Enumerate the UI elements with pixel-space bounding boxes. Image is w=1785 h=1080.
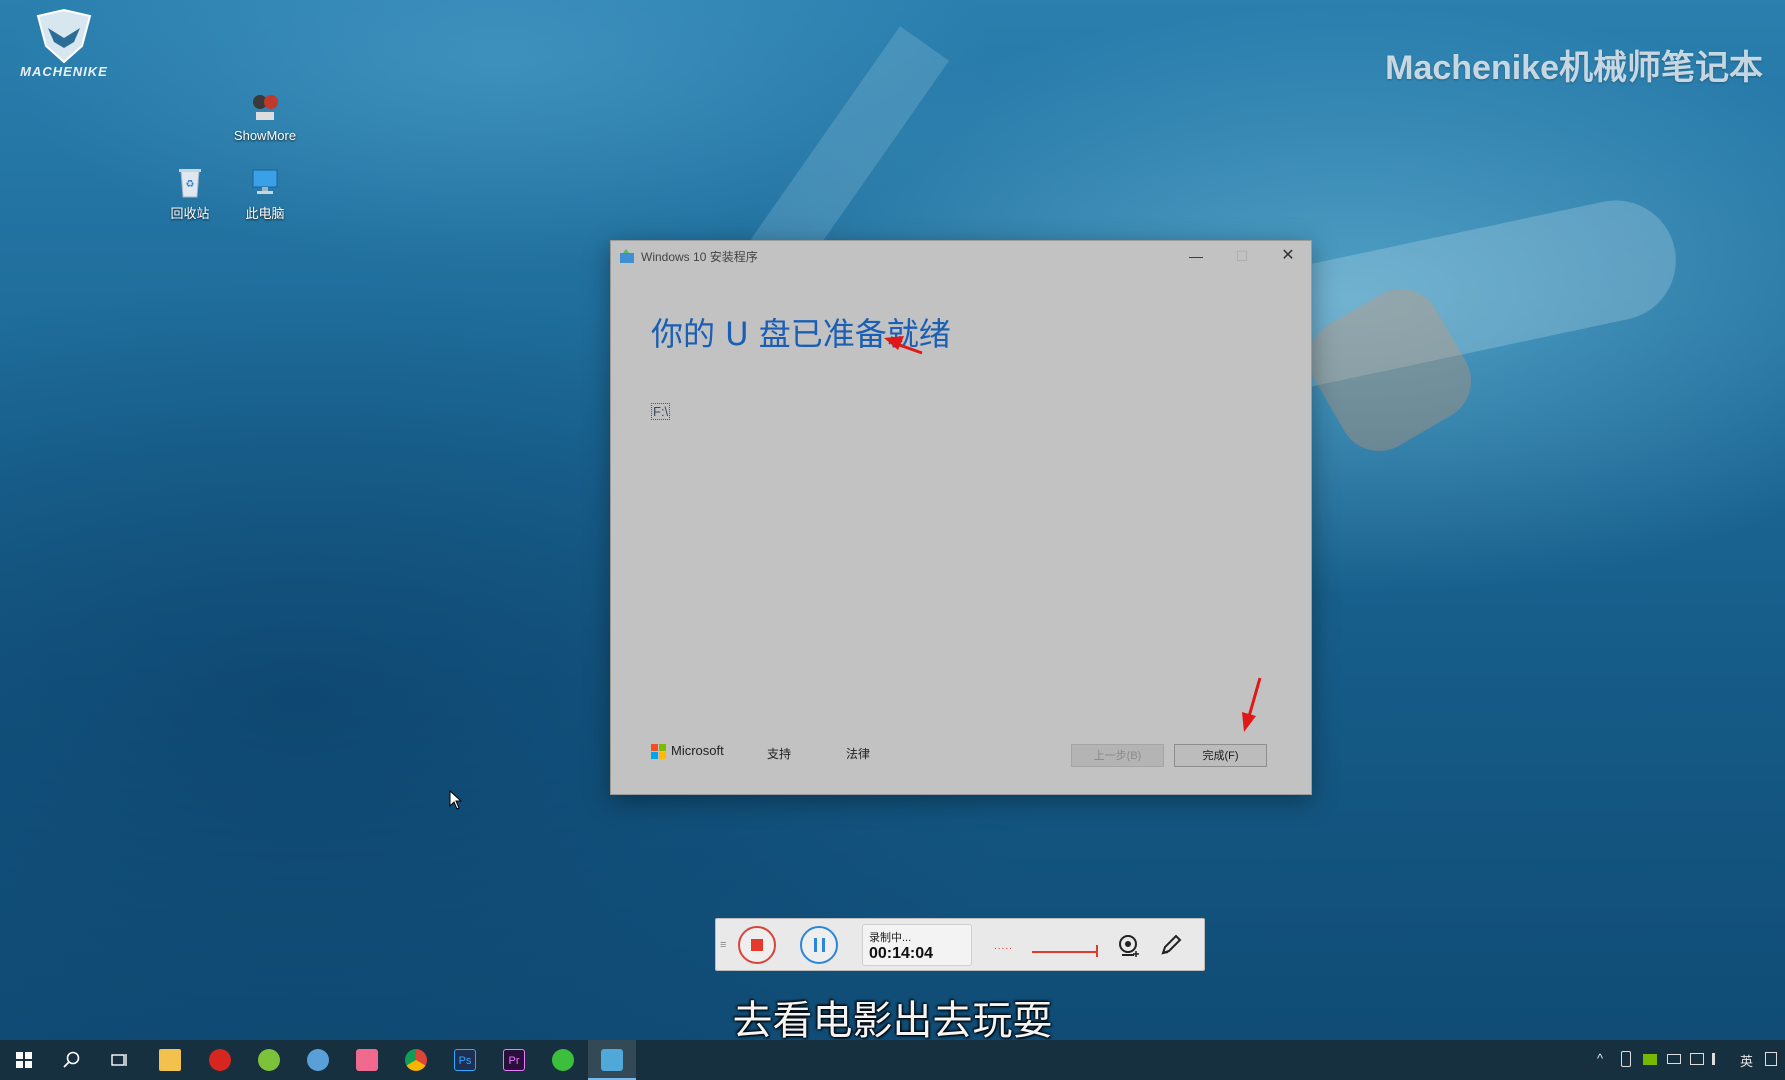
desktop-icon-showmore[interactable]: ShowMore (225, 90, 305, 143)
taskbar-file-explorer[interactable] (146, 1040, 194, 1080)
taskbar-info-app[interactable] (294, 1040, 342, 1080)
brand-logo-text: MACHENIKE (20, 64, 108, 79)
watermark: Machenike机械师笔记本 (1385, 49, 1763, 87)
desktop-icon-this-pc[interactable]: 此电脑 (225, 165, 305, 222)
stop-icon (751, 939, 763, 951)
info-app-icon (307, 1049, 329, 1071)
setup-window: Windows 10 安装程序 — ☐ ✕ 你的 U 盘已准备就绪 F:\ Mi… (610, 240, 1312, 795)
showmore-icon (248, 90, 282, 124)
stop-recording-button[interactable] (738, 926, 776, 964)
pause-icon (814, 938, 817, 952)
video-subtitle: 去看电影出去玩耍 (732, 998, 1053, 1044)
search-button[interactable] (48, 1040, 96, 1080)
annotation-arrow-finish (1242, 677, 1262, 732)
windows-start-icon (16, 1052, 32, 1068)
microsoft-logo-icon (651, 744, 667, 760)
recording-timer: 00:14:04 (869, 945, 934, 962)
photoshop-icon: Ps (454, 1049, 476, 1071)
close-button[interactable]: ✕ (1265, 241, 1311, 271)
taskbar-wechat[interactable] (539, 1040, 587, 1080)
desktop-icon-label: 此电脑 (245, 206, 285, 221)
taskbar-photoshop[interactable]: Ps (441, 1040, 489, 1080)
desktop-icon-recycle-bin[interactable]: ♻ 回收站 (150, 165, 230, 222)
maximize-button[interactable]: ☐ (1219, 241, 1265, 271)
taskbar-media-creation-tool[interactable] (588, 1040, 636, 1080)
legal-link[interactable]: 法律 (846, 745, 870, 762)
taskbar-bilibili[interactable] (343, 1040, 391, 1080)
webcam-icon[interactable] (1116, 933, 1142, 959)
pause-icon (822, 938, 825, 952)
back-button[interactable]: 上一步(B) (1071, 744, 1164, 767)
input-language-indicator[interactable]: 英 (1740, 1051, 1753, 1070)
premiere-icon: Pr (503, 1049, 525, 1071)
bilibili-icon (356, 1049, 378, 1071)
netease-music-icon (209, 1049, 231, 1071)
pause-recording-button[interactable] (800, 926, 838, 964)
tray-overflow-chevron-icon[interactable]: ^ (1597, 1051, 1603, 1066)
battery-icon[interactable] (1667, 1054, 1681, 1064)
ime-mode-icon[interactable] (1765, 1052, 1777, 1066)
desktop-icon-label: ShowMore (233, 128, 297, 143)
chrome-icon (405, 1049, 427, 1071)
annotation-arrow-heading (884, 336, 923, 355)
drag-handle-icon[interactable]: ≡ (720, 939, 726, 951)
finish-button[interactable]: 完成(F) (1174, 744, 1267, 767)
audio-level-marker (1096, 945, 1098, 957)
folder-icon (159, 1049, 181, 1071)
setup-tool-icon (601, 1049, 623, 1071)
minimize-button[interactable]: — (1173, 241, 1219, 271)
taskbar-premiere[interactable]: Pr (490, 1040, 538, 1080)
recording-toolbar: ≡ 录制中... 00:14:04 ..... (715, 918, 1205, 971)
audio-level-bar (1032, 951, 1098, 953)
recycle-bin-icon: ♻ (173, 165, 207, 199)
taskbar-chrome[interactable] (392, 1040, 440, 1080)
taskbar: Ps Pr ^ 英 (0, 1040, 1785, 1080)
this-pc-icon (248, 165, 282, 199)
window-titlebar[interactable]: Windows 10 安装程序 — ☐ ✕ (611, 241, 1311, 271)
svg-text:♻: ♻ (186, 179, 195, 190)
window-title: Windows 10 安装程序 (641, 250, 758, 264)
pen-icon[interactable] (1158, 932, 1184, 958)
microsoft-brand: Microsoft (671, 743, 724, 758)
task-view-icon (111, 1052, 129, 1073)
taskbar-green-app[interactable] (245, 1040, 293, 1080)
start-button[interactable] (0, 1040, 48, 1080)
usb-icon[interactable] (1621, 1051, 1631, 1067)
recording-status: 录制中... 00:14:04 (862, 924, 972, 966)
green-app-icon (258, 1049, 280, 1071)
setup-app-icon (619, 248, 635, 264)
wechat-icon (552, 1049, 574, 1071)
search-icon (63, 1051, 81, 1074)
drive-label: F:\ (651, 403, 671, 420)
audio-level-dots: ..... (994, 941, 1013, 952)
task-view-button[interactable] (96, 1040, 144, 1080)
background-light-streak (750, 26, 950, 274)
volume-icon[interactable] (1712, 1053, 1726, 1065)
mouse-cursor-icon (449, 789, 463, 810)
nvidia-icon[interactable] (1643, 1054, 1657, 1065)
desktop-icon-label: 回收站 (170, 206, 210, 221)
recording-status-text: 录制中... (869, 932, 912, 944)
taskbar-netease-music[interactable] (196, 1040, 244, 1080)
network-icon[interactable] (1690, 1053, 1704, 1065)
support-link[interactable]: 支持 (767, 745, 791, 762)
